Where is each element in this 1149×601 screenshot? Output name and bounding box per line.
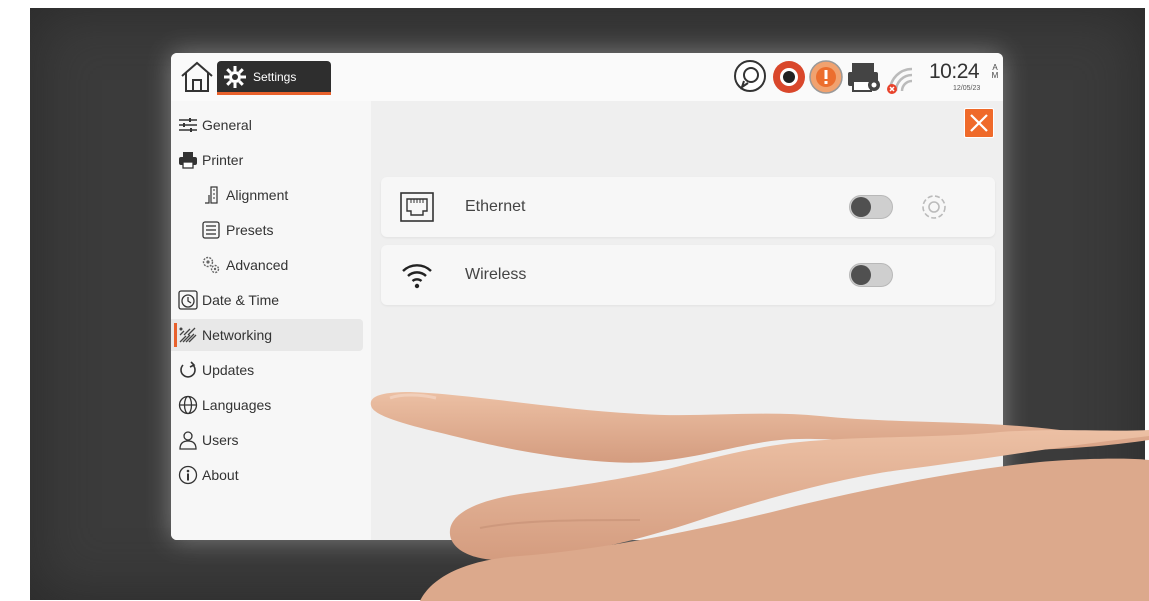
wireless-label: Wireless [465, 266, 527, 283]
warning-icon[interactable] [808, 59, 844, 95]
ethernet-row: Ethernet [381, 177, 995, 237]
ethernet-port-icon [400, 192, 434, 222]
close-button[interactable] [964, 108, 994, 138]
ethernet-toggle[interactable] [849, 195, 893, 219]
sidebar-item-label: Languages [202, 397, 272, 413]
wifi-icon [402, 264, 432, 289]
chat-bubble-icon[interactable] [731, 59, 769, 95]
sidebar-item-networking[interactable]: Networking [171, 319, 363, 351]
record-status-icon[interactable] [771, 59, 807, 95]
alignment-icon [205, 186, 218, 204]
refresh-icon [180, 361, 196, 378]
tab-settings-label: Settings [253, 70, 297, 84]
wireless-toggle[interactable] [849, 263, 893, 287]
sidebar-item-alignment[interactable]: Alignment [171, 179, 363, 211]
printer-settings-icon[interactable] [846, 61, 884, 95]
sidebar-item-label: Networking [202, 327, 273, 343]
clock-icon [178, 290, 198, 310]
toggle-knob [851, 197, 871, 217]
sidebar-item-about[interactable]: About [171, 459, 363, 491]
toggle-knob [851, 265, 871, 285]
sidebar-item-label: Alignment [226, 187, 289, 203]
gear-icon [224, 66, 246, 88]
tab-settings[interactable]: Settings [217, 61, 331, 95]
clock-date: 12/05/23 [953, 85, 981, 92]
sidebar-item-label: Updates [202, 362, 255, 378]
gears-icon [202, 256, 220, 274]
ethernet-label: Ethernet [465, 198, 526, 215]
close-icon [970, 114, 988, 132]
sidebar-item-updates[interactable]: Updates [171, 354, 363, 386]
wireless-row: Wireless [381, 245, 995, 305]
sidebar-item-users[interactable]: Users [171, 424, 363, 456]
networking-panel: Ethernet Wireless [371, 101, 1003, 540]
network-icon [179, 327, 197, 343]
globe-icon [178, 395, 198, 415]
sidebar-item-label: Advanced [226, 257, 289, 273]
sidebar-item-presets[interactable]: Presets [171, 214, 363, 246]
header-bar: Settings 10:24 A M 12/05/23 [171, 53, 1003, 102]
sidebar-item-general[interactable]: General [171, 109, 363, 141]
printer-icon [179, 152, 197, 169]
sidebar-item-label: Presets [226, 222, 274, 238]
sidebar-item-date-time[interactable]: Date & Time [171, 284, 363, 316]
presets-icon [202, 221, 220, 239]
settings-sidebar: General Printer Alignment Presets Advanc… [171, 101, 372, 540]
sidebar-item-languages[interactable]: Languages [171, 389, 363, 421]
sidebar-item-printer[interactable]: Printer [171, 144, 363, 176]
ethernet-settings-gear-icon[interactable] [917, 190, 951, 224]
wifi-disconnected-icon[interactable] [886, 63, 914, 95]
info-icon [178, 465, 198, 485]
sidebar-item-label: Date & Time [202, 292, 280, 308]
clock-ampm: AM [991, 63, 999, 80]
status-icons [731, 57, 914, 97]
home-icon[interactable] [179, 59, 215, 95]
sliders-icon [179, 118, 197, 132]
clock-time: 10:24 [929, 60, 980, 83]
user-icon [179, 431, 197, 450]
sidebar-item-advanced[interactable]: Advanced [171, 249, 363, 281]
touch-screen: Settings 10:24 A M 12/05/23 General Prin… [171, 53, 1003, 540]
sidebar-item-label: General [202, 117, 252, 133]
sidebar-item-label: Users [202, 432, 239, 448]
sidebar-item-label: About [202, 467, 239, 483]
sidebar-item-label: Printer [202, 152, 244, 168]
